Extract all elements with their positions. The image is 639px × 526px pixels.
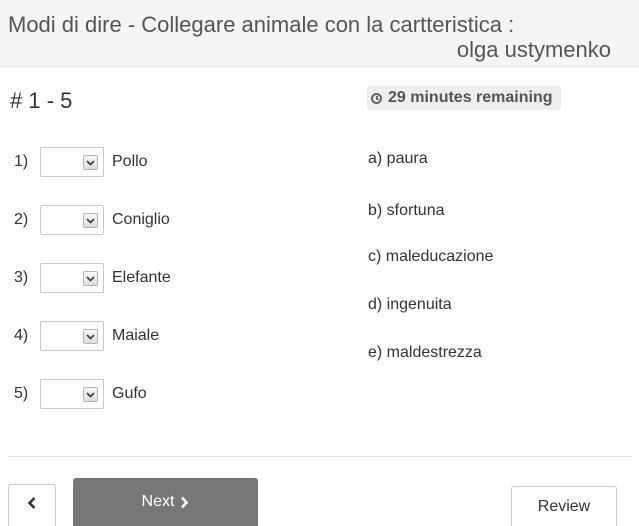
question-number: 2) (14, 211, 29, 228)
chevron-down-icon[interactable] (83, 155, 98, 170)
clock-icon (371, 92, 382, 104)
next-button[interactable]: Next (73, 478, 258, 526)
question-number: 5) (14, 385, 29, 402)
question-number: 3) (14, 269, 29, 286)
question-row: 4) Maiale (14, 319, 159, 353)
chevron-down-icon[interactable] (83, 213, 98, 228)
question-label: Gufo (112, 385, 147, 402)
answer-option: d) ingenuita (368, 296, 452, 313)
answer-select[interactable] (40, 147, 104, 177)
question-number: 1) (14, 153, 29, 170)
answer-select[interactable] (40, 263, 104, 293)
question-row: 2) Coniglio (14, 203, 170, 237)
question-row: 5) Gufo (14, 377, 147, 411)
timer-text: 29 minutes remaining (388, 89, 553, 106)
answer-option: a) paura (368, 150, 428, 167)
timer-badge: 29 minutes remaining (367, 86, 561, 110)
question-number: 4) (14, 327, 29, 344)
chevron-down-icon[interactable] (83, 271, 98, 286)
chevron-down-icon[interactable] (83, 387, 98, 402)
quiz-title-line1: Modi di dire - Collegare animale con la … (8, 12, 515, 37)
review-button[interactable]: Review (511, 486, 617, 526)
previous-button[interactable] (8, 484, 56, 526)
quiz-title-line2: olga ustymenko (456, 37, 611, 62)
question-label: Pollo (112, 153, 148, 170)
question-label: Maiale (112, 327, 160, 344)
chevron-left-icon (27, 496, 37, 515)
question-row: 1) Pollo (14, 145, 148, 179)
answer-select[interactable] (40, 321, 104, 351)
answer-option: b) sfortuna (368, 202, 445, 219)
answer-select[interactable] (40, 205, 104, 235)
question-row: 3) Elefante (14, 261, 171, 295)
quiz-header: Modi di dire - Collegare animale con la … (0, 0, 639, 67)
answer-select[interactable] (40, 379, 104, 409)
answer-option: c) maleducazione (368, 248, 494, 265)
answer-option: e) maldestrezza (368, 344, 482, 361)
question-label: Elefante (112, 269, 171, 286)
footer-divider (8, 456, 632, 457)
chevron-right-icon (180, 496, 189, 509)
next-button-label: Next (141, 493, 175, 510)
chevron-down-icon[interactable] (83, 329, 98, 344)
question-label: Coniglio (112, 211, 170, 228)
question-range: # 1 - 5 (10, 88, 73, 113)
